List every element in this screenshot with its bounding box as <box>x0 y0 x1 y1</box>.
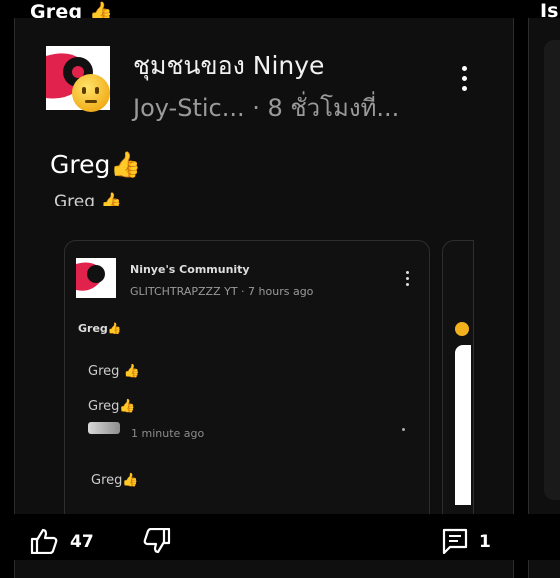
comment-time: 1 minute ago <box>131 427 205 440</box>
inner-community-avatar <box>76 258 116 298</box>
inner-more-icon <box>406 271 409 289</box>
community-name[interactable]: ชุมชนของ Ninye <box>133 46 324 86</box>
thumbs-down-icon[interactable] <box>143 527 171 558</box>
inner-post-text: Greg👍 <box>78 322 122 335</box>
more-options-icon[interactable] <box>462 66 470 96</box>
inner-logo-icon <box>76 258 116 298</box>
like-count: 47 <box>70 532 94 552</box>
commenter-avatar <box>88 422 120 434</box>
thumbs-up-icon[interactable] <box>30 528 58 558</box>
comment-more-icon <box>402 428 405 431</box>
embedded-image-strip <box>455 345 471 505</box>
sleepy-face-icon <box>72 74 110 112</box>
comment-icon[interactable] <box>442 528 468 558</box>
cropped-caption: Greg 👍 <box>54 192 122 206</box>
next-post-preview <box>544 40 560 500</box>
comment-count: 1 <box>479 532 491 552</box>
emoji-icon <box>455 322 469 336</box>
inner-greg-text-4: Greg👍 <box>91 473 139 488</box>
post-meta: Joy-Stic... · 8 ชั่วโมงที่... <box>133 94 400 122</box>
inner-community-name: Ninye's Community <box>130 263 250 276</box>
inner-greg-text-2: Greg 👍 <box>88 364 140 379</box>
inner-post-meta: GLITCHTRAPZZZ YT · 7 hours ago <box>130 285 314 298</box>
inner-greg-text-3: Greg👍 <box>88 399 136 414</box>
post-text: Greg👍 <box>50 150 142 179</box>
